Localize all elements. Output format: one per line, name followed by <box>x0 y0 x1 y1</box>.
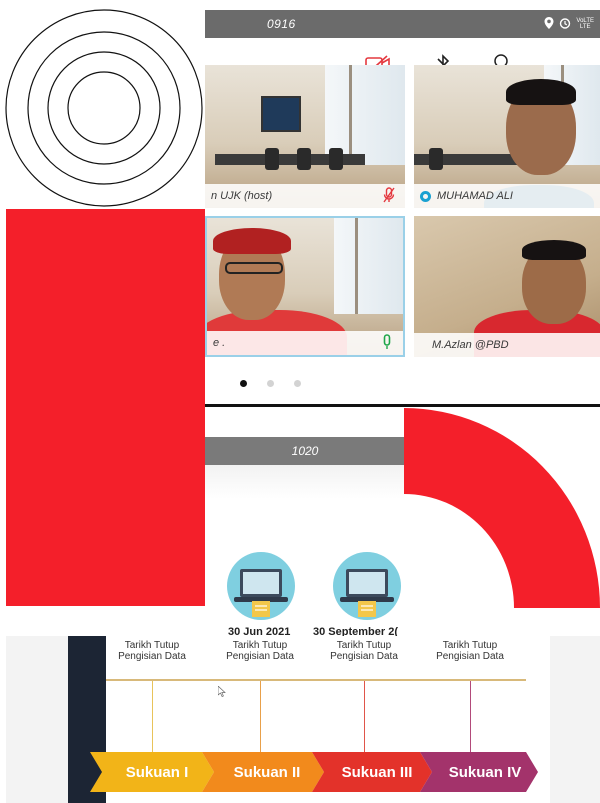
status-time-2: 1020 <box>291 444 319 458</box>
video-tile-active-speaker[interactable]: e . <box>205 216 405 357</box>
screenshot-divider <box>205 404 600 407</box>
tile-pager[interactable] <box>240 380 301 387</box>
laptop-document-icon <box>333 552 401 620</box>
blurred-header <box>205 465 405 499</box>
video-tile-host[interactable]: n UJK (host) <box>205 65 405 208</box>
phone-status-bar: 0916 VoLTE LTE <box>205 10 600 38</box>
timeline-axis <box>106 679 526 681</box>
stage-label: Sukuan II <box>233 763 301 781</box>
mouse-cursor-icon <box>217 685 226 700</box>
concentric-rings-decoration <box>5 9 203 207</box>
stage-label: Sukuan IV <box>448 763 522 781</box>
mic-active-icon <box>383 334 391 349</box>
network-label-bottom: LTE <box>579 24 591 30</box>
video-tile-m-azlan[interactable]: M.Azlan @PBD <box>414 216 600 357</box>
participant-name: M.Azlan @PBD <box>432 339 509 351</box>
column-label: Tarikh Tutup Pengisian Data <box>330 640 398 662</box>
status-icons: VoLTE LTE <box>544 16 594 32</box>
timeline-tick <box>470 681 471 761</box>
participant-name-bar: M.Azlan @PBD <box>414 333 600 357</box>
location-icon <box>544 16 554 32</box>
timeline-tick <box>152 681 153 761</box>
pager-dot[interactable] <box>267 380 274 387</box>
mic-muted-icon <box>383 187 395 203</box>
alarm-icon <box>559 17 571 32</box>
phone-status-bar-2: 1020 <box>205 437 405 465</box>
column-label: Tarikh Tutup Pengisian Data <box>226 640 294 662</box>
timeline-tick <box>364 681 365 761</box>
network-icon: VoLTE LTE <box>576 18 594 30</box>
red-block-decoration <box>6 209 205 606</box>
stage-label: Sukuan I <box>125 763 189 781</box>
column-label: Tarikh Tutup Pengisian Data <box>436 640 504 662</box>
participant-name: n UJK (host) <box>211 190 273 202</box>
stage-label: Sukuan III <box>341 763 413 781</box>
participant-name-bar: e . <box>207 331 403 355</box>
timeline-tick <box>260 681 261 761</box>
participant-name: e . <box>213 337 226 349</box>
status-time: 0916 <box>267 17 296 31</box>
timeline-slide: Tarikh Tutup Pengisian Data Tarikh Tutup… <box>6 636 600 803</box>
participant-name: MUHAMAD ALI <box>437 190 513 202</box>
column-label: Tarikh Tutup Pengisian Data <box>118 640 186 662</box>
video-tile-muhamad-ali[interactable]: MUHAMAD ALI <box>414 65 600 208</box>
participant-name-bar: MUHAMAD ALI <box>414 184 600 208</box>
pager-dot[interactable] <box>294 380 301 387</box>
active-speaker-icon <box>420 190 431 202</box>
pager-dot-active[interactable] <box>240 380 247 387</box>
red-quarter-arc-decoration <box>404 408 600 608</box>
laptop-document-icon <box>227 552 295 620</box>
participant-name-bar: n UJK (host) <box>205 184 405 208</box>
